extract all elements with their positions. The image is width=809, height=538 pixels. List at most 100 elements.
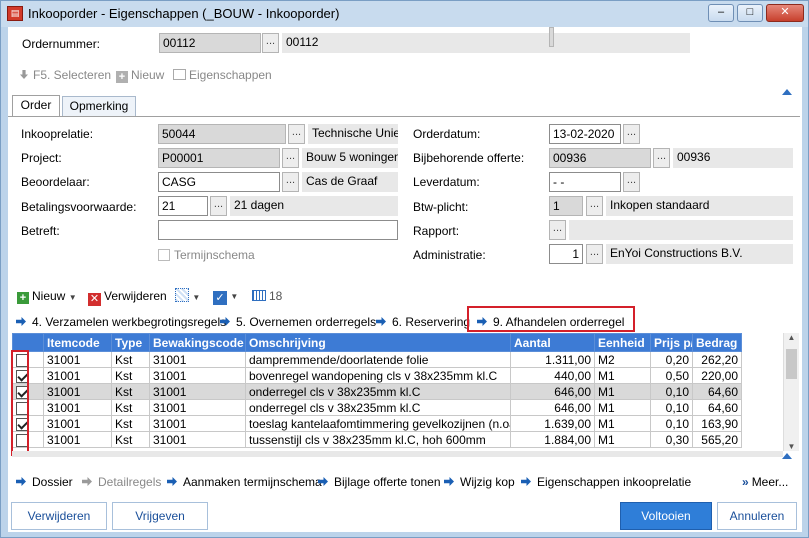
cell-eenheid[interactable]: M1	[594, 399, 651, 416]
inkooprelatie-lookup-button[interactable]: ...	[288, 124, 305, 144]
cancel-button[interactable]: Annuleren	[717, 502, 797, 530]
cell-type[interactable]: Kst	[111, 399, 150, 416]
column-header-prijs[interactable]: Prijs p/	[650, 333, 693, 352]
betalingsvoorwaarde-field[interactable]: 21	[158, 196, 208, 216]
cell-prijs[interactable]: 0,10	[650, 383, 693, 400]
ordernummer-field[interactable]: 00112	[159, 33, 261, 53]
select-toolbar-button[interactable]: F5. Selecteren	[20, 68, 111, 82]
cell-bewakingscode[interactable]: 31001	[149, 399, 246, 416]
cell-bewakingscode[interactable]: 31001	[149, 351, 246, 368]
cell-itemcode[interactable]: 31001	[43, 351, 112, 368]
column-header-omschrijving[interactable]: Omschrijving	[245, 333, 511, 352]
table-row[interactable]: 31001 Kst 31001 onderregel cls v 38x235mm k…	[12, 383, 742, 400]
column-header-bewakingscode[interactable]: Bewakingscode	[149, 333, 246, 352]
column-header-aantal[interactable]: Aantal	[510, 333, 595, 352]
cell-bedrag[interactable]: 565,20	[692, 431, 742, 448]
action-wijzig-kop[interactable]: Wijzig kop	[444, 475, 515, 489]
cell-omschrijving[interactable]: tussenstijl cls v 38x235mm kl.C, hoh 600…	[245, 431, 511, 448]
column-header-itemcode[interactable]: Itemcode	[43, 333, 112, 352]
scroll-down-icon[interactable]: ▼	[784, 442, 799, 451]
more-actions-link[interactable]: » Meer...	[742, 475, 788, 489]
rapport-field[interactable]	[569, 220, 793, 240]
new-toolbar-button[interactable]: + Nieuw	[116, 68, 164, 83]
collapse-chevron-icon[interactable]	[782, 89, 792, 95]
table-row[interactable]: 31001 Kst 31001 onderregel cls v 38x235mm k…	[12, 399, 742, 416]
cell-itemcode[interactable]: 31001	[43, 383, 112, 400]
release-button[interactable]: Vrijgeven	[112, 502, 208, 530]
administratie-lookup-button[interactable]: ...	[586, 244, 603, 264]
rapport-lookup-button[interactable]: ...	[549, 220, 566, 240]
tab-opmerking[interactable]: Opmerking	[62, 96, 136, 116]
cell-bewakingscode[interactable]: 31001	[149, 431, 246, 448]
table-row[interactable]: 31001 Kst 31001 dampremmende/doorlatende fo…	[12, 351, 742, 368]
action-detailregels[interactable]: Detailregels	[82, 475, 161, 489]
cell-type[interactable]: Kst	[111, 383, 150, 400]
cell-prijs[interactable]: 0,50	[650, 367, 693, 384]
cell-bedrag[interactable]: 64,60	[692, 383, 742, 400]
table-row[interactable]: 31001 Kst 31001 toeslag kantelaafomtimmerin…	[12, 415, 742, 432]
grid-check-button[interactable]: ✓ ▼	[213, 288, 238, 305]
cell-bewakingscode[interactable]: 31001	[149, 415, 246, 432]
cell-type[interactable]: Kst	[111, 431, 150, 448]
cell-type[interactable]: Kst	[111, 351, 150, 368]
delete-order-button[interactable]: Verwijderen	[11, 502, 107, 530]
cell-aantal[interactable]: 1.639,00	[510, 415, 595, 432]
ordernummer-lookup-button[interactable]: ...	[262, 33, 279, 53]
collapse-chevron-icon[interactable]	[782, 453, 792, 459]
cell-omschrijving[interactable]: onderregel cls v 38x235mm kl.C	[245, 383, 511, 400]
table-row[interactable]: 31001 Kst 31001 bovenregel wandopening cls …	[12, 367, 742, 384]
cell-omschrijving[interactable]: toeslag kantelaafomtimmering gevelkozijn…	[245, 415, 511, 432]
action-eigenschappen-inkooprelatie[interactable]: Eigenschappen inkooprelatie	[521, 475, 691, 489]
cell-aantal[interactable]: 440,00	[510, 367, 595, 384]
close-button[interactable]: ✕	[766, 4, 804, 22]
cell-type[interactable]: Kst	[111, 367, 150, 384]
grid-vertical-scrollbar[interactable]: ▲ ▼	[783, 333, 799, 451]
cell-aantal[interactable]: 1.884,00	[510, 431, 595, 448]
scroll-up-icon[interactable]: ▲	[784, 333, 799, 347]
termijnschema-checkbox[interactable]: Termijnschema	[158, 248, 255, 262]
action-overnemen-orderregels[interactable]: 5. Overnemen orderregels	[220, 315, 376, 329]
cell-aantal[interactable]: 1.311,00	[510, 351, 595, 368]
column-header-eenheid[interactable]: Eenheid	[594, 333, 651, 352]
cell-bewakingscode[interactable]: 31001	[149, 383, 246, 400]
cell-omschrijving[interactable]: bovenregel wandopening cls v 38x235mm kl…	[245, 367, 511, 384]
betalingsvoorwaarde-lookup-button[interactable]: ...	[210, 196, 227, 216]
action-aanmaken-termijnschema[interactable]: Aanmaken termijnschema	[167, 475, 322, 489]
cell-bedrag[interactable]: 163,90	[692, 415, 742, 432]
complete-button[interactable]: Voltooien	[620, 502, 712, 530]
btw-plicht-lookup-button[interactable]: ...	[586, 196, 603, 216]
grid-select-pattern-button[interactable]: ▼	[175, 288, 200, 303]
project-lookup-button[interactable]: ...	[282, 148, 299, 168]
grid-delete-button[interactable]: ✕ Verwijderen	[88, 289, 167, 306]
leverdatum-field[interactable]: - -	[549, 172, 621, 192]
scroll-thumb[interactable]	[786, 349, 797, 379]
administratie-field[interactable]: 1	[549, 244, 583, 264]
table-row[interactable]: 31001 Kst 31001 tussenstijl cls v 38x235mm …	[12, 431, 742, 448]
cell-eenheid[interactable]: M1	[594, 383, 651, 400]
column-header-type[interactable]: Type	[111, 333, 150, 352]
cell-eenheid[interactable]: M1	[594, 415, 651, 432]
properties-toolbar-button[interactable]: Eigenschappen	[173, 68, 272, 82]
cell-itemcode[interactable]: 31001	[43, 399, 112, 416]
column-header-bedrag[interactable]: Bedrag	[692, 333, 742, 352]
beoordelaar-lookup-button[interactable]: ...	[282, 172, 299, 192]
maximize-button[interactable]: □	[737, 4, 763, 22]
btw-plicht-field[interactable]: 1	[549, 196, 583, 216]
cell-prijs[interactable]: 0,10	[650, 399, 693, 416]
grid-horizontal-scrollbar[interactable]	[12, 451, 783, 457]
minimize-button[interactable]: –	[708, 4, 734, 22]
orderdatum-field[interactable]: 13-02-2020	[549, 124, 621, 144]
cell-eenheid[interactable]: M1	[594, 367, 651, 384]
cell-itemcode[interactable]: 31001	[43, 415, 112, 432]
orderdatum-picker-button[interactable]: ...	[623, 124, 640, 144]
cell-aantal[interactable]: 646,00	[510, 399, 595, 416]
cell-aantal[interactable]: 646,00	[510, 383, 595, 400]
action-bijlage-offerte-tonen[interactable]: Bijlage offerte tonen	[318, 475, 441, 489]
cell-omschrijving[interactable]: dampremmende/doorlatende folie	[245, 351, 511, 368]
bijbehorende-offerte-field[interactable]: 00936	[549, 148, 651, 168]
cell-prijs[interactable]: 0,10	[650, 415, 693, 432]
action-dossier[interactable]: Dossier	[16, 475, 73, 489]
cell-bedrag[interactable]: 262,20	[692, 351, 742, 368]
cell-itemcode[interactable]: 31001	[43, 367, 112, 384]
bijbehorende-offerte-lookup-button[interactable]: ...	[653, 148, 670, 168]
